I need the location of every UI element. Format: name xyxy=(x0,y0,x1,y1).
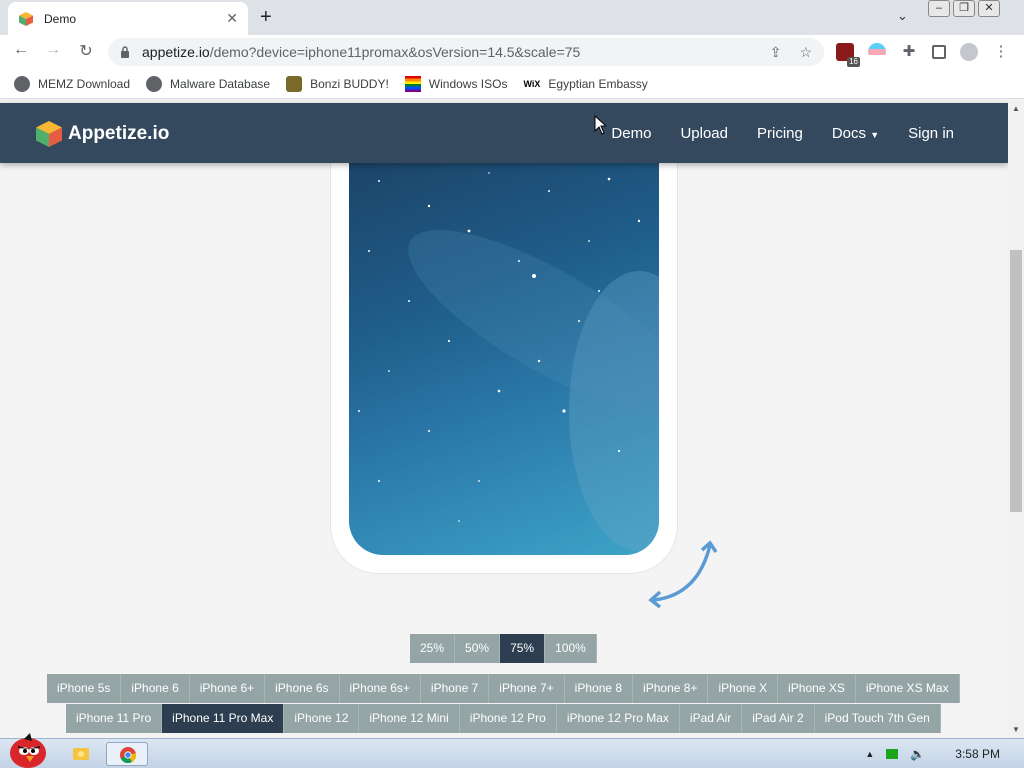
extension-badge: 16 xyxy=(847,57,860,67)
device-screen[interactable] xyxy=(349,161,659,555)
device-button[interactable]: iPhone 6+ xyxy=(189,674,266,703)
bookmark-item[interactable]: Bonzi BUDDY! xyxy=(286,75,389,92)
tab-title: Demo xyxy=(44,11,77,26)
scrollbar-thumb[interactable] xyxy=(1010,250,1022,512)
chrome-icon xyxy=(120,747,137,764)
bookmark-item[interactable]: Windows ISOs xyxy=(404,75,507,92)
appetize-logo-icon xyxy=(36,121,62,147)
bonzi-icon xyxy=(286,75,303,92)
system-tray: ▲ 🔈 3:58 PM xyxy=(865,739,1024,768)
extensions-area: 16 ✚ ⋮ xyxy=(836,43,1010,67)
scale-25-button[interactable]: 25% xyxy=(410,634,456,663)
clock[interactable]: 3:58 PM xyxy=(955,747,1000,761)
brand-name: Appetize.io xyxy=(68,123,170,144)
flag-extension-icon[interactable] xyxy=(868,43,886,61)
device-button[interactable]: iPhone 6 xyxy=(121,674,190,703)
scale-100-button[interactable]: 100% xyxy=(545,634,597,663)
device-button[interactable]: iPhone 6s+ xyxy=(339,674,421,703)
device-button[interactable]: iPhone 8 xyxy=(564,674,634,703)
nav-docs[interactable]: Docs ▼ xyxy=(832,125,879,142)
bookmark-star-icon[interactable]: ☆ xyxy=(799,44,812,61)
device-selector-row-1: iPhone 5s iPhone 6 iPhone 6+ iPhone 6s i… xyxy=(47,674,960,703)
device-selector-row-2: iPhone 11 Pro iPhone 11 Pro Max iPhone 1… xyxy=(66,704,941,733)
device-button[interactable]: iPhone 7+ xyxy=(489,674,565,703)
extensions-puzzle-icon[interactable]: ✚ xyxy=(900,43,918,61)
minimize-icon[interactable]: – xyxy=(928,0,950,17)
device-button[interactable]: iPhone 5s xyxy=(47,674,122,703)
site-navbar: Appetize.io Demo Upload Pricing Docs ▼ S… xyxy=(0,103,1008,163)
scroll-down-icon[interactable]: ▼ xyxy=(1012,725,1020,734)
device-button[interactable]: iPhone 11 Pro xyxy=(66,704,163,733)
device-frame xyxy=(330,140,678,574)
device-button-active[interactable]: iPhone 11 Pro Max xyxy=(162,704,285,733)
back-arrow-icon[interactable]: ← xyxy=(10,41,32,59)
ublock-extension-icon[interactable]: 16 xyxy=(836,43,860,67)
globe-icon xyxy=(146,75,163,92)
side-panel-icon[interactable] xyxy=(932,45,946,59)
device-button[interactable]: iPad Air 2 xyxy=(742,704,815,733)
volume-icon[interactable]: 🔈 xyxy=(910,747,925,761)
battery-icon[interactable] xyxy=(886,749,899,759)
site-brand[interactable]: Appetize.io xyxy=(34,119,169,149)
scale-50-button[interactable]: 50% xyxy=(455,634,501,663)
url-host: appetize.io xyxy=(142,44,210,60)
nav-pricing[interactable]: Pricing xyxy=(757,125,803,142)
device-button[interactable]: iPhone 12 Mini xyxy=(359,704,460,733)
device-button[interactable]: iPhone 12 Pro Max xyxy=(556,704,680,733)
web-page: Appetize.io Demo Upload Pricing Docs ▼ S… xyxy=(0,100,1008,738)
device-button[interactable]: iPhone 8+ xyxy=(633,674,709,703)
tab-search-chevron-icon[interactable]: ⌄ xyxy=(897,8,908,24)
chrome-taskbar-button[interactable] xyxy=(106,742,148,766)
device-button[interactable]: iPhone 7 xyxy=(420,674,490,703)
tray-expand-icon[interactable]: ▲ xyxy=(865,749,874,759)
menu-kebab-icon[interactable]: ⋮ xyxy=(992,43,1010,61)
nav-upload[interactable]: Upload xyxy=(680,125,728,142)
windows-taskbar: ▲ 🔈 3:58 PM xyxy=(0,733,1024,768)
page-scrollbar[interactable]: ▲ ▼ xyxy=(1008,100,1024,738)
device-button[interactable]: iPod Touch 7th Gen xyxy=(814,704,941,733)
nav-sign-in[interactable]: Sign in xyxy=(908,125,954,142)
bookmark-item[interactable]: WiX Egyptian Embassy xyxy=(523,77,647,91)
scale-selector: 25% 50% 75% 100% xyxy=(410,634,597,663)
starfield-wallpaper xyxy=(358,172,659,551)
rotate-device-icon[interactable] xyxy=(648,540,724,610)
appetize-favicon-icon xyxy=(19,11,33,26)
browser-tab[interactable]: Demo ✕ xyxy=(8,2,248,35)
device-button[interactable]: iPhone 6s xyxy=(265,674,340,703)
new-tab-icon[interactable]: + xyxy=(260,6,272,29)
file-explorer-icon[interactable] xyxy=(72,744,92,768)
profile-avatar-icon[interactable] xyxy=(960,43,978,61)
rainbow-flag-icon xyxy=(404,75,421,92)
wix-icon: WiX xyxy=(523,78,541,89)
window-controls: – ❐ ✕ xyxy=(928,0,1000,17)
globe-icon xyxy=(14,75,30,92)
reload-icon[interactable]: ↻ xyxy=(75,41,97,61)
browser-toolbar: ← → ↻ appetize.io/demo?device=iphone11pr… xyxy=(0,35,1024,69)
bookmarks-bar: MEMZ Download Malware Database Bonzi BUD… xyxy=(0,69,1024,99)
device-button[interactable]: iPhone 12 xyxy=(284,704,360,733)
device-button[interactable]: iPhone XS xyxy=(778,674,856,703)
bookmark-item[interactable]: MEMZ Download xyxy=(14,75,130,92)
device-button[interactable]: iPhone XS Max xyxy=(855,674,960,703)
share-icon[interactable]: ⇪ xyxy=(770,44,782,61)
address-bar[interactable]: appetize.io/demo?device=iphone11promax&o… xyxy=(108,38,824,66)
mouse-cursor-icon xyxy=(594,115,606,135)
lock-icon xyxy=(121,46,129,58)
caret-down-icon: ▼ xyxy=(870,129,880,140)
device-button[interactable]: iPhone X xyxy=(708,674,779,703)
tab-close-icon[interactable]: ✕ xyxy=(226,10,238,27)
url-path: /demo?device=iphone11promax&osVersion=14… xyxy=(209,44,581,60)
scroll-up-icon[interactable]: ▲ xyxy=(1012,104,1020,113)
scale-75-button[interactable]: 75% xyxy=(500,634,546,663)
window-close-icon[interactable]: ✕ xyxy=(978,0,1000,17)
device-button[interactable]: iPad Air xyxy=(679,704,743,733)
start-button-icon[interactable] xyxy=(4,731,48,768)
restore-icon[interactable]: ❐ xyxy=(953,0,975,17)
browser-tab-strip: Demo ✕ + ⌄ – ❐ ✕ xyxy=(0,0,1024,35)
device-button[interactable]: iPhone 12 Pro xyxy=(459,704,557,733)
nav-demo[interactable]: Demo xyxy=(611,125,651,142)
bookmark-item[interactable]: Malware Database xyxy=(146,75,270,92)
forward-arrow-icon[interactable]: → xyxy=(42,41,64,59)
